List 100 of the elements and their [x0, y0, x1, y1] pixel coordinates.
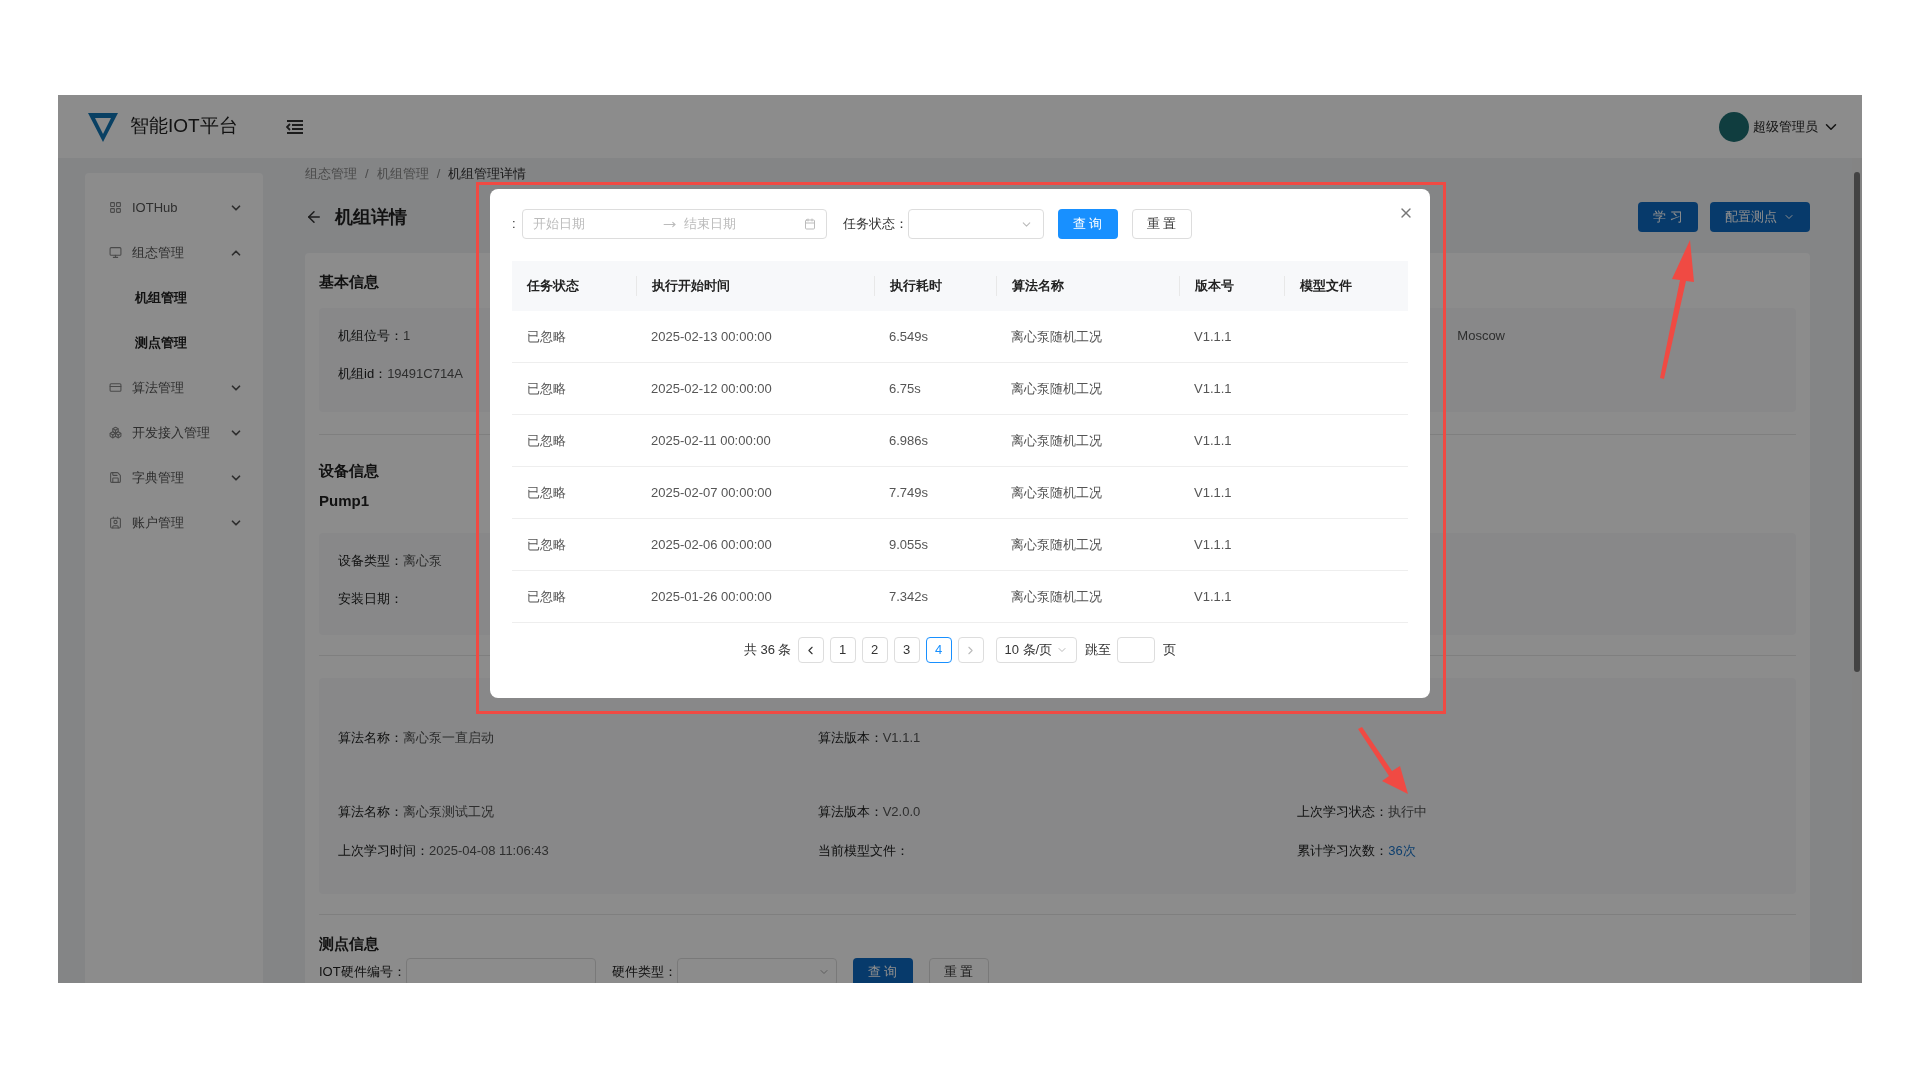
table-cell-text: 离心泵随机工况: [1011, 379, 1102, 398]
field-label: 机组id：: [338, 365, 388, 383]
user-name[interactable]: 超级管理员: [1753, 116, 1818, 137]
device-name: Pump1: [319, 491, 369, 511]
learn-button[interactable]: 学 习: [1638, 202, 1698, 232]
column-header: 版本号: [1179, 276, 1249, 296]
breadcrumb-separator: /: [365, 165, 369, 184]
table-cell-text: 6.986s: [889, 431, 929, 450]
sidebar-item[interactable]: 开发接入管理: [85, 410, 263, 455]
field-label: 算法版本：: [817, 803, 883, 821]
input-field[interactable]: [405, 957, 596, 983]
filter-label: 硬件类型：: [611, 962, 677, 981]
menu-icon[interactable]: [286, 119, 304, 134]
table-cell-text: V1.1.1: [1194, 483, 1232, 502]
table-cell-text: 9.055s: [889, 535, 929, 554]
sidebar-item[interactable]: 账户管理: [85, 500, 263, 545]
calendar-icon: [803, 218, 816, 230]
sidebar-subitem[interactable]: 机组管理: [85, 275, 263, 320]
table-cell-text: 离心泵随机工况: [1011, 535, 1102, 554]
table-cell-text: 2025-01-26 00:00:00: [651, 587, 772, 606]
section-title: 基本信息: [319, 272, 379, 292]
field-value: 1: [403, 326, 411, 345]
page-suffix: 页: [1163, 641, 1177, 660]
field-label: 当前模型文件：: [817, 841, 909, 860]
back-icon[interactable]: [305, 208, 323, 226]
field-value: 离心泵测试工况: [403, 803, 494, 821]
field-value: Moscow: [1457, 326, 1505, 345]
field-label: 设备类型：: [338, 551, 403, 570]
field-value: 2025-04-08 11:06:43: [429, 841, 549, 860]
field-label: 机组位号：: [338, 326, 403, 345]
field-label: 上次学习时间：: [338, 841, 429, 860]
sidebar-item[interactable]: 组态管理: [85, 230, 263, 275]
jump-label: 跳至: [1085, 641, 1112, 660]
reset-button[interactable]: 重 置: [1131, 209, 1192, 239]
table-cell-text: 已忽略: [527, 483, 566, 502]
menu-icon: [109, 426, 122, 439]
section-title: 设备信息: [319, 460, 379, 481]
field-value: 执行中: [1388, 803, 1428, 821]
table-cell-text: 已忽略: [527, 431, 566, 450]
column-header: 任务状态: [525, 277, 580, 296]
table-cell-text: 已忽略: [527, 535, 566, 554]
table-cell-text: 7.342s: [889, 587, 929, 606]
filter-label: IOT硬件编号：: [319, 962, 406, 981]
sidebar-subitem[interactable]: 测点管理: [85, 320, 263, 365]
filter-label: :: [512, 215, 516, 234]
menu-icon: [109, 471, 122, 484]
page-input[interactable]: [1117, 637, 1156, 663]
table-cell-text: 2025-02-12 00:00:00: [651, 379, 772, 398]
field-label: 算法名称：: [338, 803, 403, 821]
sidebar-item[interactable]: 字典管理: [85, 455, 263, 500]
table-cell-text: 7.749s: [889, 483, 929, 502]
table-cell-text: V1.1.1: [1194, 587, 1232, 606]
table-cell-text: 6.75s: [889, 379, 921, 398]
menu-icon: [109, 516, 122, 529]
field-value: V1.1.1: [882, 728, 921, 747]
dropdown-button[interactable]: 配置测点: [1710, 202, 1810, 232]
field-label: 安装日期：: [338, 590, 403, 608]
column-header: 算法名称: [996, 276, 1079, 296]
table-cell-text: 2025-02-11 00:00:00: [651, 431, 771, 450]
page-button[interactable]: 2: [861, 637, 888, 663]
sidebar-item[interactable]: IOTHub: [85, 185, 263, 230]
search-button[interactable]: 查 询: [1057, 209, 1118, 239]
table-cell-text: 2025-02-07 00:00:00: [651, 483, 772, 502]
table-cell-text: 离心泵随机工况: [1011, 483, 1102, 502]
reset-button[interactable]: 重 置: [928, 957, 989, 983]
column-header: 模型文件: [1284, 276, 1367, 296]
select-field[interactable]: [907, 209, 1044, 239]
filter-label: 任务状态：: [842, 215, 908, 234]
user-avatar[interactable]: [1719, 111, 1749, 142]
page-button[interactable]: 4: [925, 637, 952, 663]
search-button[interactable]: 查 询: [852, 957, 913, 983]
table-cell-text: 离心泵随机工况: [1011, 327, 1102, 346]
field-label: 算法名称：: [338, 728, 403, 747]
total-count: 共 36 条: [743, 641, 792, 660]
menu-icon: [109, 381, 122, 394]
table-cell-text: 离心泵随机工况: [1011, 431, 1102, 450]
table-cell-text: 6.549s: [889, 327, 929, 346]
field-value: V2.0.0: [882, 803, 921, 821]
sidebar-item[interactable]: 算法管理: [85, 365, 263, 410]
table-cell-text: 已忽略: [527, 327, 566, 346]
breadcrumb-separator: /: [436, 165, 441, 184]
menu-icon: [109, 201, 122, 214]
column-header: 执行开始时间: [636, 276, 745, 296]
table-cell-text: 已忽略: [527, 379, 566, 398]
count-link[interactable]: 36次: [1388, 840, 1416, 860]
app-title: 智能IOT平台: [130, 114, 238, 139]
table-cell-text: 2025-02-13 00:00:00: [651, 327, 772, 346]
table-cell-text: V1.1.1: [1194, 327, 1232, 346]
select-field[interactable]: [676, 957, 837, 983]
table-cell-text: V1.1.1: [1194, 431, 1232, 450]
table-cell-text: V1.1.1: [1194, 379, 1232, 398]
field-label: 上次学习状态：: [1297, 803, 1389, 821]
page-size-select[interactable]: 10 条/页: [995, 637, 1078, 663]
table-cell-text: V1.1.1: [1194, 535, 1232, 554]
page-button[interactable]: 3: [893, 637, 920, 663]
menu-icon: [109, 246, 122, 259]
field-value: 离心泵: [403, 551, 442, 570]
annotation-arrow: [1356, 727, 1410, 795]
table-cell-text: 已忽略: [527, 587, 566, 606]
page-button[interactable]: 1: [829, 637, 856, 663]
